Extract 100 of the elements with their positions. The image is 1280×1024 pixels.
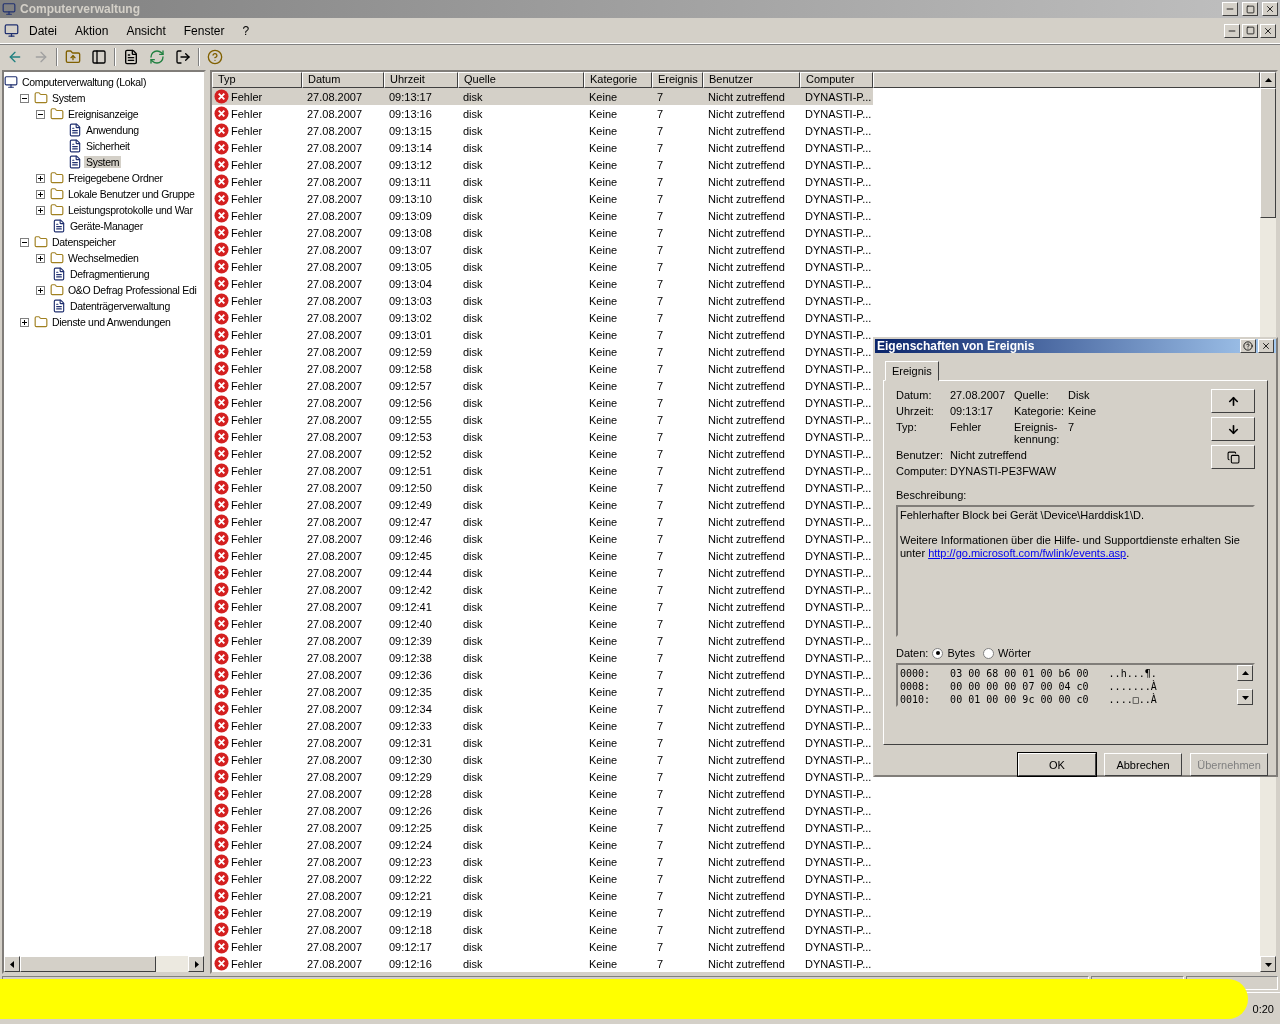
table-row[interactable]: Fehler 27.08.2007 09:12:39 disk Keine 7 Nicht zutreffend DYNASTI-P...: [212, 632, 873, 649]
hex-data-box[interactable]: 0000: 03 00 68 00 01 00 b6 00 ..h...¶. 0008: 00 00 00 00 07 00 04 c0 .......À 0010: 00 01 00 00 9c 00 00 c0 ....□..À: [896, 663, 1255, 707]
expand-toggle[interactable]: [20, 317, 29, 327]
table-row[interactable]: Fehler 27.08.2007 09:12:59 disk Keine 7 Nicht zutreffend DYNASTI-P...: [212, 343, 873, 360]
collapse-toggle[interactable]: [36, 109, 45, 119]
menu-item[interactable]: Ansicht: [118, 21, 174, 40]
tree-item[interactable]: Leistungsprotokolle und War: [66, 204, 195, 216]
collapse-toggle[interactable]: [20, 237, 29, 247]
expand-toggle[interactable]: [36, 205, 45, 215]
table-row[interactable]: Fehler 27.08.2007 09:12:33 disk Keine 7 Nicht zutreffend DYNASTI-P...: [212, 717, 873, 734]
table-row[interactable]: Fehler 27.08.2007 09:12:17 disk Keine 7 Nicht zutreffend DYNASTI-P...: [212, 938, 873, 955]
expand-toggle[interactable]: [36, 253, 45, 263]
table-row[interactable]: Fehler 27.08.2007 09:12:52 disk Keine 7 Nicht zutreffend DYNASTI-P...: [212, 445, 873, 462]
table-row[interactable]: Fehler 27.08.2007 09:12:19 disk Keine 7 Nicht zutreffend DYNASTI-P...: [212, 904, 873, 921]
tree-item[interactable]: Lokale Benutzer und Gruppe: [66, 188, 197, 200]
column-header[interactable]: Typ: [212, 72, 302, 88]
table-row[interactable]: Fehler 27.08.2007 09:12:25 disk Keine 7 Nicht zutreffend DYNASTI-P...: [212, 819, 873, 836]
table-row[interactable]: Fehler 27.08.2007 09:12:57 disk Keine 7 Nicht zutreffend DYNASTI-P...: [212, 377, 873, 394]
help-button[interactable]: [1240, 339, 1256, 353]
column-header[interactable]: Computer: [800, 72, 873, 88]
tree-item[interactable]: Ereignisanzeige: [66, 108, 141, 120]
column-header[interactable]: Uhrzeit: [384, 72, 458, 88]
table-row[interactable]: Fehler 27.08.2007 09:13:12 disk Keine 7 Nicht zutreffend DYNASTI-P...: [212, 156, 873, 173]
tree-item[interactable]: O&O Defrag Professional Edi: [66, 284, 199, 296]
table-row[interactable]: Fehler 27.08.2007 09:13:03 disk Keine 7 Nicht zutreffend DYNASTI-P...: [212, 292, 873, 309]
table-row[interactable]: Fehler 27.08.2007 09:13:10 disk Keine 7 Nicht zutreffend DYNASTI-P...: [212, 190, 873, 207]
table-row[interactable]: Fehler 27.08.2007 09:12:26 disk Keine 7 Nicht zutreffend DYNASTI-P...: [212, 802, 873, 819]
table-row[interactable]: Fehler 27.08.2007 09:12:49 disk Keine 7 Nicht zutreffend DYNASTI-P...: [212, 496, 873, 513]
tab[interactable]: Ereignis: [885, 361, 939, 381]
menu-item[interactable]: Aktion: [67, 21, 117, 40]
tree-item[interactable]: Wechselmedien: [66, 252, 141, 264]
table-row[interactable]: Fehler 27.08.2007 09:12:23 disk Keine 7 Nicht zutreffend DYNASTI-P...: [212, 853, 873, 870]
table-row[interactable]: Fehler 27.08.2007 09:12:34 disk Keine 7 Nicht zutreffend DYNASTI-P...: [212, 700, 873, 717]
table-row[interactable]: Fehler 27.08.2007 09:12:58 disk Keine 7 Nicht zutreffend DYNASTI-P...: [212, 360, 873, 377]
table-row[interactable]: Fehler 27.08.2007 09:12:47 disk Keine 7 Nicht zutreffend DYNASTI-P...: [212, 513, 873, 530]
table-row[interactable]: Fehler 27.08.2007 09:12:41 disk Keine 7 Nicht zutreffend DYNASTI-P...: [212, 598, 873, 615]
table-row[interactable]: Fehler 27.08.2007 09:12:42 disk Keine 7 Nicht zutreffend DYNASTI-P...: [212, 581, 873, 598]
column-header[interactable]: Ereignis: [652, 72, 703, 88]
table-row[interactable]: Fehler 27.08.2007 09:12:16 disk Keine 7 Nicht zutreffend DYNASTI-P...: [212, 955, 873, 972]
expand-toggle[interactable]: [36, 285, 45, 295]
scroll-right-button[interactable]: [188, 956, 204, 972]
table-row[interactable]: Fehler 27.08.2007 09:12:21 disk Keine 7 Nicht zutreffend DYNASTI-P...: [212, 887, 873, 904]
scroll-left-button[interactable]: [4, 956, 20, 972]
tree-item[interactable]: Geräte-Manager: [68, 220, 145, 232]
next-button[interactable]: [1211, 417, 1255, 441]
table-row[interactable]: Fehler 27.08.2007 09:12:55 disk Keine 7 Nicht zutreffend DYNASTI-P...: [212, 411, 873, 428]
close-button[interactable]: [1260, 23, 1276, 38]
tree-item[interactable]: Datenträgerverwaltung: [68, 300, 172, 312]
table-row[interactable]: Fehler 27.08.2007 09:13:17 disk Keine 7 Nicht zutreffend DYNASTI-P...: [212, 88, 873, 105]
minimize-button[interactable]: [1224, 23, 1240, 38]
table-row[interactable]: Fehler 27.08.2007 09:12:22 disk Keine 7 Nicht zutreffend DYNASTI-P...: [212, 870, 873, 887]
tree-item[interactable]: Datenspeicher: [50, 236, 118, 248]
tree-item[interactable]: System: [50, 92, 88, 104]
table-row[interactable]: Fehler 27.08.2007 09:12:50 disk Keine 7 Nicht zutreffend DYNASTI-P...: [212, 479, 873, 496]
dialog-button[interactable]: Abbrechen: [1104, 753, 1182, 776]
tree-item[interactable]: Freigegebene Ordner: [66, 172, 165, 184]
column-header[interactable]: Kategorie: [584, 72, 652, 88]
scroll-down-button[interactable]: [1260, 956, 1276, 972]
table-row[interactable]: Fehler 27.08.2007 09:12:56 disk Keine 7 Nicht zutreffend DYNASTI-P...: [212, 394, 873, 411]
tree-item[interactable]: Computerverwaltung (Lokal): [20, 76, 149, 88]
table-row[interactable]: Fehler 27.08.2007 09:12:35 disk Keine 7 Nicht zutreffend DYNASTI-P...: [212, 683, 873, 700]
scroll-up-button[interactable]: [1237, 665, 1253, 681]
table-row[interactable]: Fehler 27.08.2007 09:12:29 disk Keine 7 Nicht zutreffend DYNASTI-P...: [212, 768, 873, 785]
minimize-button[interactable]: [1222, 2, 1238, 16]
collapse-toggle[interactable]: [20, 93, 29, 103]
table-row[interactable]: Fehler 27.08.2007 09:12:31 disk Keine 7 Nicht zutreffend DYNASTI-P...: [212, 734, 873, 751]
table-row[interactable]: Fehler 27.08.2007 09:12:30 disk Keine 7 Nicht zutreffend DYNASTI-P...: [212, 751, 873, 768]
table-row[interactable]: Fehler 27.08.2007 09:12:45 disk Keine 7 Nicht zutreffend DYNASTI-P...: [212, 547, 873, 564]
expand-toggle[interactable]: [36, 189, 45, 199]
close-button[interactable]: [1262, 2, 1278, 16]
tree-item[interactable]: Defragmentierung: [68, 268, 152, 280]
tree-item[interactable]: System: [84, 156, 122, 168]
table-row[interactable]: Fehler 27.08.2007 09:13:15 disk Keine 7 Nicht zutreffend DYNASTI-P...: [212, 122, 873, 139]
tree-item[interactable]: Dienste und Anwendungen: [50, 316, 173, 328]
close-button[interactable]: [1258, 339, 1274, 353]
menu-item[interactable]: ?: [234, 21, 258, 40]
table-row[interactable]: Fehler 27.08.2007 09:13:07 disk Keine 7 Nicht zutreffend DYNASTI-P...: [212, 241, 873, 258]
table-row[interactable]: Fehler 27.08.2007 09:13:16 disk Keine 7 Nicht zutreffend DYNASTI-P...: [212, 105, 873, 122]
description-box[interactable]: Fehlerhafter Block bei Gerät \Device\Harddisk1\D. Weitere Informationen über die Hilfe- und Supportdienste erhalten Sie unter http://go.microsoft.com/fwlink/events.asp.: [896, 505, 1255, 637]
table-row[interactable]: Fehler 27.08.2007 09:13:14 disk Keine 7 Nicht zutreffend DYNASTI-P...: [212, 139, 873, 156]
table-row[interactable]: Fehler 27.08.2007 09:13:11 disk Keine 7 Nicht zutreffend DYNASTI-P...: [212, 173, 873, 190]
tree-item[interactable]: Sicherheit: [84, 140, 132, 152]
menu-item[interactable]: Fenster: [175, 21, 233, 40]
restore-button[interactable]: [1242, 23, 1258, 38]
table-row[interactable]: Fehler 27.08.2007 09:13:09 disk Keine 7 Nicht zutreffend DYNASTI-P...: [212, 207, 873, 224]
table-row[interactable]: Fehler 27.08.2007 09:12:44 disk Keine 7 Nicht zutreffend DYNASTI-P...: [212, 564, 873, 581]
tree-item[interactable]: Anwendung: [84, 124, 141, 136]
scrollbar[interactable]: [1237, 665, 1253, 705]
table-row[interactable]: Fehler 27.08.2007 09:12:38 disk Keine 7 Nicht zutreffend DYNASTI-P...: [212, 649, 873, 666]
menu-item[interactable]: Datei: [21, 21, 65, 40]
restore-button[interactable]: [1242, 2, 1258, 16]
table-row[interactable]: Fehler 27.08.2007 09:13:08 disk Keine 7 Nicht zutreffend DYNASTI-P...: [212, 224, 873, 241]
table-row[interactable]: Fehler 27.08.2007 09:13:02 disk Keine 7 Nicht zutreffend DYNASTI-P...: [212, 309, 873, 326]
radio-button[interactable]: [932, 647, 944, 659]
table-row[interactable]: Fehler 27.08.2007 09:12:36 disk Keine 7 Nicht zutreffend DYNASTI-P...: [212, 666, 873, 683]
scrollbar[interactable]: [4, 956, 204, 972]
scroll-up-button[interactable]: [1260, 72, 1276, 88]
table-row[interactable]: Fehler 27.08.2007 09:13:04 disk Keine 7 Nicht zutreffend DYNASTI-P...: [212, 275, 873, 292]
dialog-button[interactable]: OK: [1018, 753, 1096, 776]
scroll-down-button[interactable]: [1237, 689, 1253, 705]
